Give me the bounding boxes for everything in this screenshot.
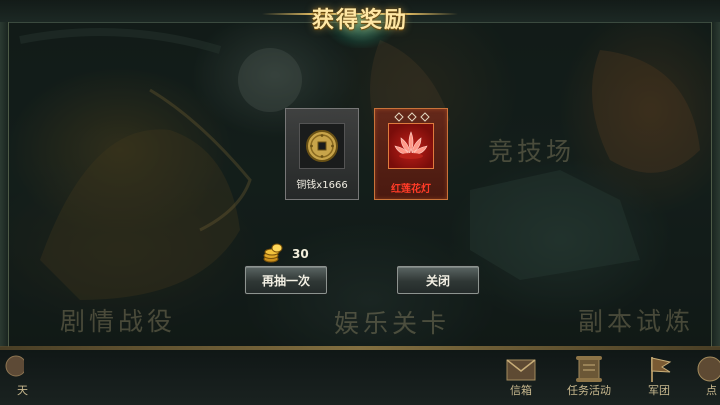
nav-item-legion[interactable]: 军团 xyxy=(630,350,688,405)
nav-item-tasks[interactable]: 任务活动 xyxy=(560,350,618,405)
area-label-entertainment: 娱乐关卡 xyxy=(334,309,451,338)
reward-icon-slot xyxy=(388,123,434,169)
draw-again-label: 再抽一次 xyxy=(261,273,310,288)
nav-label-right-fragment: 点 xyxy=(706,384,717,397)
reward-label-red-lotus: 红莲花灯 xyxy=(391,184,431,195)
gem-slots-icon xyxy=(394,112,430,122)
nav-label-legion: 军团 xyxy=(648,384,670,397)
draw-cost-amount: 30 xyxy=(292,247,309,261)
reward-card-red-lotus[interactable]: 红莲花灯 xyxy=(374,108,448,200)
partial-nav-icon xyxy=(697,356,720,382)
reward-icon-slot xyxy=(299,123,345,169)
close-label: 关闭 xyxy=(425,273,450,288)
nav-label-tasks: 任务活动 xyxy=(567,384,611,397)
reward-title-banner: 获得奖励 xyxy=(262,0,458,48)
draw-again-button[interactable]: 再抽一次 xyxy=(245,266,327,294)
envelope-icon xyxy=(506,359,536,381)
nav-label-mail: 信箱 xyxy=(510,384,532,397)
nav-item-partial-left[interactable]: 天 xyxy=(0,350,36,405)
gold-coins-icon xyxy=(263,243,283,263)
nav-item-partial-right[interactable]: 点 xyxy=(696,350,720,405)
copper-coin-icon xyxy=(306,130,338,162)
area-label-arena: 竞技场 xyxy=(488,137,576,166)
area-label-story: 剧情战役 xyxy=(60,307,177,336)
frame-right xyxy=(711,22,720,347)
close-button[interactable]: 关闭 xyxy=(397,266,479,294)
modal-dim-overlay xyxy=(0,0,720,405)
nav-item-mail[interactable]: 信箱 xyxy=(492,350,550,405)
frame-left xyxy=(0,22,9,347)
red-lotus-lamp-icon xyxy=(394,131,428,159)
nav-label-left-fragment: 天 xyxy=(17,384,28,397)
reward-card-copper[interactable]: 铜钱x1666 xyxy=(285,108,359,200)
reward-label-copper: 铜钱x1666 xyxy=(296,180,348,191)
legion-flag-icon xyxy=(651,357,672,382)
area-label-dungeon: 副本试炼 xyxy=(578,307,695,336)
character-portrait-icon xyxy=(5,355,24,377)
page-title: 获得奖励 xyxy=(311,7,408,33)
scroll-icon xyxy=(576,356,602,382)
